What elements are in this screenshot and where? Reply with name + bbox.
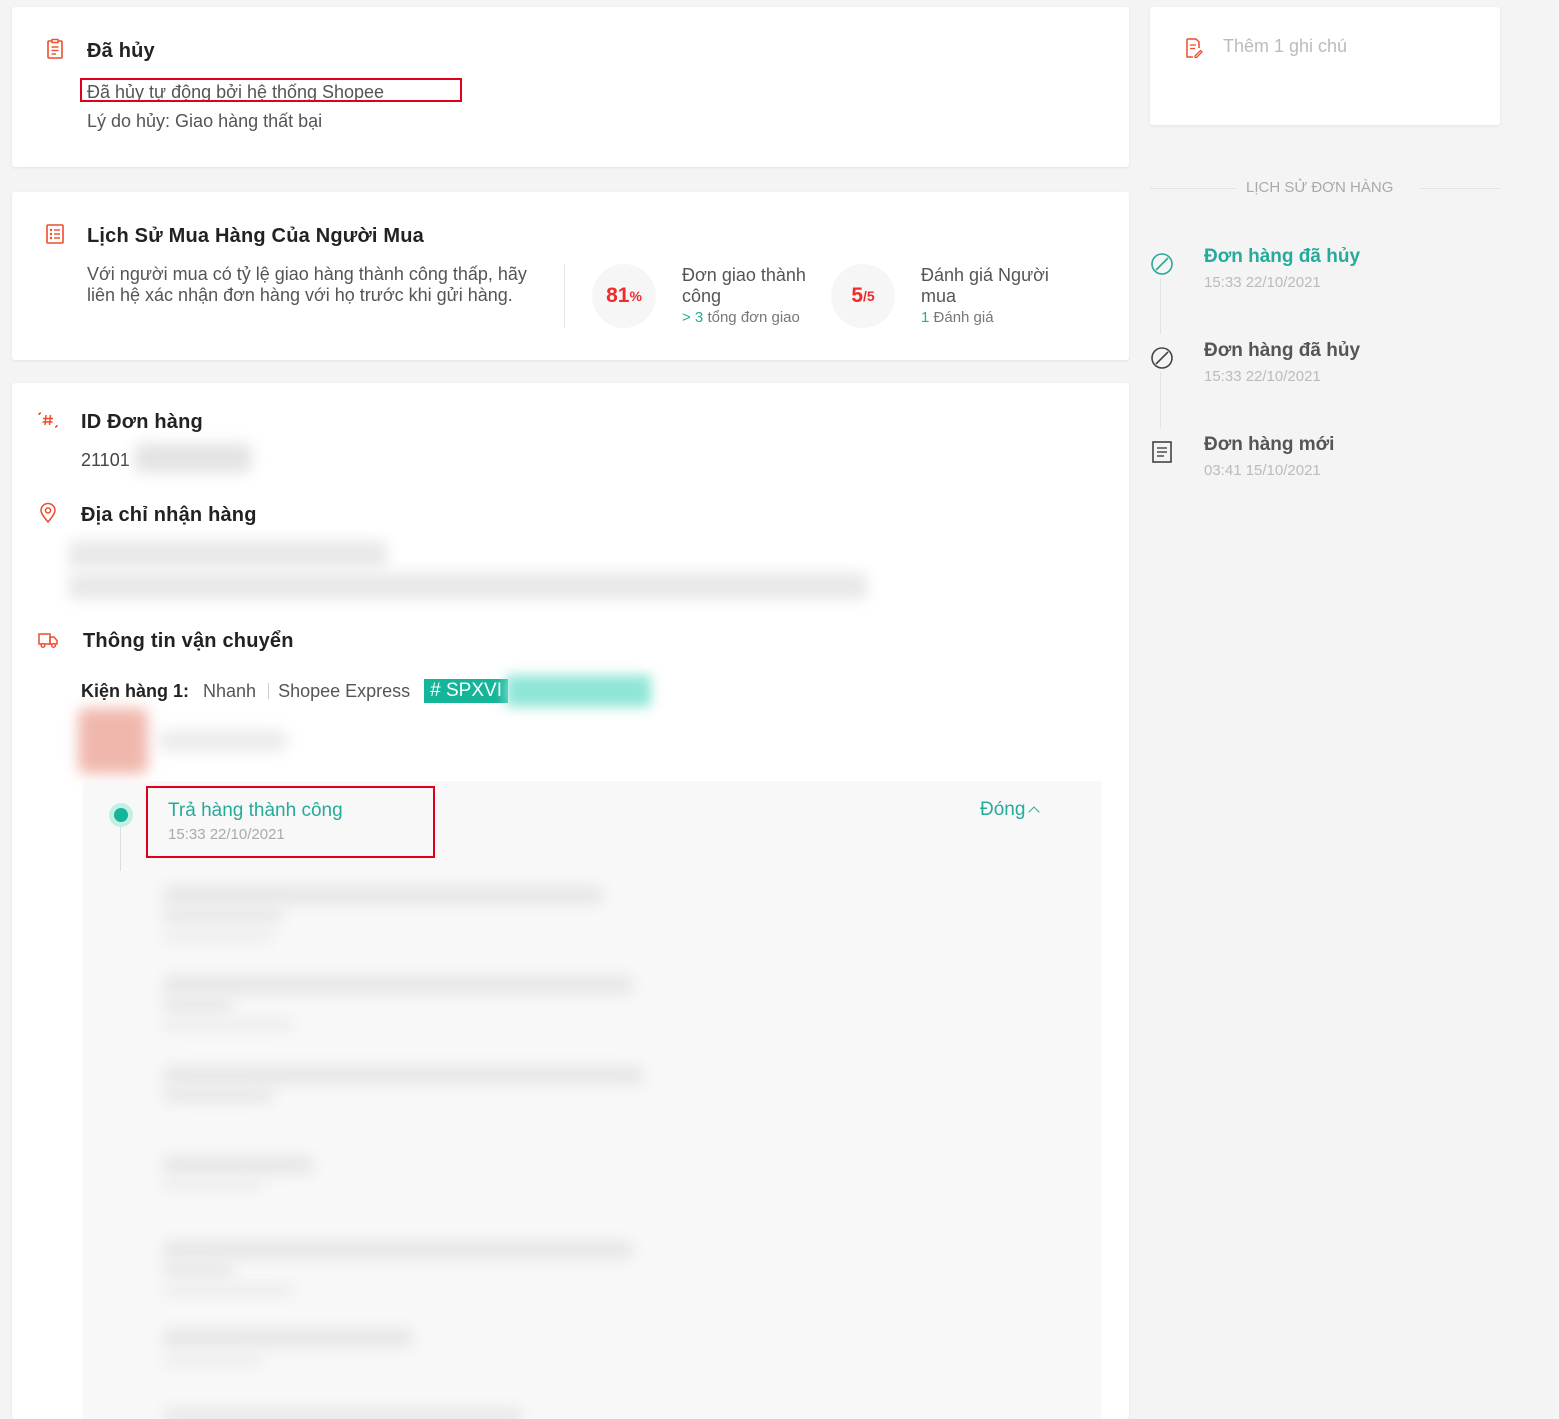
redacted-tracking-event (163, 929, 273, 941)
redacted-tracking-event (163, 908, 283, 922)
carrier-name: Shopee Express (278, 680, 411, 701)
order-status-card: Đã hủy Đã hủy tự động bởi hệ thống Shope… (12, 7, 1129, 167)
success-rate-circle: 81% (592, 264, 656, 328)
location-pin-icon (40, 502, 56, 524)
history-event: Đơn hàng đã hủy 15:33 22/10/2021 (1150, 340, 1500, 406)
success-rate-sub: > 3 tổng đơn giao (682, 309, 800, 326)
success-rate-value: 81 (606, 284, 630, 307)
success-rate-count: > 3 (682, 309, 704, 326)
heading-rule-right (1420, 188, 1500, 189)
cancel-reason-text: Lý do hủy: Giao hàng thất bại (87, 111, 323, 131)
buyer-history-card: Lịch Sử Mua Hàng Của Người Mua Với người… (12, 192, 1129, 360)
truck-icon (38, 633, 58, 648)
success-rate-sub-text: tổng đơn giao (707, 309, 800, 326)
history-event-time: 15:33 22/10/2021 (1204, 368, 1321, 385)
redacted-tracking-event (163, 998, 233, 1012)
redacted-tracking-event (163, 1088, 273, 1102)
package-separator (268, 683, 270, 699)
history-event-title: Đơn hàng đã hủy (1204, 340, 1361, 361)
history-event-title: Đơn hàng đã hủy (1204, 246, 1361, 267)
order-id-title: ID Đơn hàng (81, 411, 203, 433)
list-icon (46, 224, 64, 244)
order-history-heading: LỊCH SỬ ĐƠN HÀNG (1150, 176, 1500, 200)
heading-rule-left (1150, 188, 1236, 189)
collapse-label: Đóng (980, 799, 1026, 820)
status-title: Đã hủy (87, 40, 155, 62)
redacted-tracking-event (163, 976, 633, 994)
buyer-history-description: Với người mua có tỷ lệ giao hàng thành c… (87, 264, 527, 305)
rating-sub-text: Đánh giá (933, 309, 994, 326)
rating-value: 5 (851, 284, 863, 307)
rating-sub: 1 Đánh giá (921, 309, 994, 326)
redacted-tracking-event (163, 1241, 633, 1259)
redacted-tracking-event (163, 1019, 293, 1031)
cancel-icon (1151, 347, 1173, 369)
buyer-history-title: Lịch Sử Mua Hàng Của Người Mua (87, 225, 424, 247)
redacted-tracking-event (163, 1329, 413, 1347)
add-note-card[interactable]: Thêm 1 ghi chú (1150, 7, 1500, 125)
highlight-box (146, 786, 435, 858)
order-id-value: 21101 (81, 450, 130, 470)
redacted-address-line-1 (68, 540, 388, 568)
product-thumbnail (78, 708, 148, 774)
redacted-tracking-event (163, 1263, 233, 1277)
clipboard-icon (47, 38, 63, 59)
redacted-tracking-event (163, 1178, 263, 1190)
redacted-address-line-2 (68, 572, 868, 600)
history-event: Đơn hàng đã hủy 15:33 22/10/2021 (1150, 246, 1500, 312)
chevron-up-icon (1028, 806, 1041, 818)
redacted-product-name (158, 730, 288, 752)
history-event-title: Đơn hàng mới (1204, 434, 1335, 455)
highlight-box (80, 78, 462, 102)
success-rate-unit: % (629, 288, 642, 304)
order-detail-card: ID Đơn hàng 21101 Địa chỉ nhận hàng Thôn… (12, 383, 1129, 1419)
package-speed: Nhanh (203, 680, 257, 701)
history-event-time: 15:33 22/10/2021 (1204, 274, 1321, 291)
collapse-tracking-button[interactable]: Đóng (980, 799, 1041, 821)
document-icon (1152, 441, 1172, 463)
redacted-tracking-event (163, 1284, 293, 1296)
rating-unit: /5 (863, 288, 875, 304)
divider (564, 264, 565, 328)
cancel-icon (1151, 253, 1173, 275)
package-label: Kiện hàng 1: (81, 680, 190, 701)
rating-circle: 5/5 (831, 264, 895, 328)
rating-count: 1 (921, 309, 930, 326)
history-event-time: 03:41 15/10/2021 (1204, 462, 1321, 479)
note-edit-icon (1186, 38, 1203, 59)
redacted-tracking (505, 675, 651, 707)
order-history-title: LỊCH SỬ ĐƠN HÀNG (1246, 179, 1394, 196)
package-row: Kiện hàng 1: Nhanh Shopee Express # SPXV… (81, 675, 651, 707)
tracking-number-tag: # SPXVI (424, 679, 508, 703)
hash-icon (38, 412, 58, 428)
redacted-tracking-event (163, 1156, 313, 1174)
redacted-tracking-event (163, 886, 603, 904)
history-event: Đơn hàng mới 03:41 15/10/2021 (1150, 434, 1500, 500)
shipping-title: Thông tin vận chuyển (83, 630, 294, 652)
rating-label: Đánh giá Người mua (921, 265, 1049, 306)
redacted-id (134, 443, 252, 473)
redacted-tracking-event (163, 1409, 523, 1419)
address-title: Địa chỉ nhận hàng (81, 504, 257, 526)
redacted-tracking-event (163, 1353, 263, 1365)
tracking-status-dot (109, 803, 133, 827)
tracking-line (120, 827, 121, 871)
redacted-tracking-event (163, 1066, 643, 1084)
add-note-placeholder[interactable]: Thêm 1 ghi chú (1223, 36, 1347, 57)
tracking-panel: Trả hàng thành công 15:33 22/10/2021 Đón… (83, 781, 1101, 1419)
success-rate-label: Đơn giao thành công (682, 265, 806, 306)
